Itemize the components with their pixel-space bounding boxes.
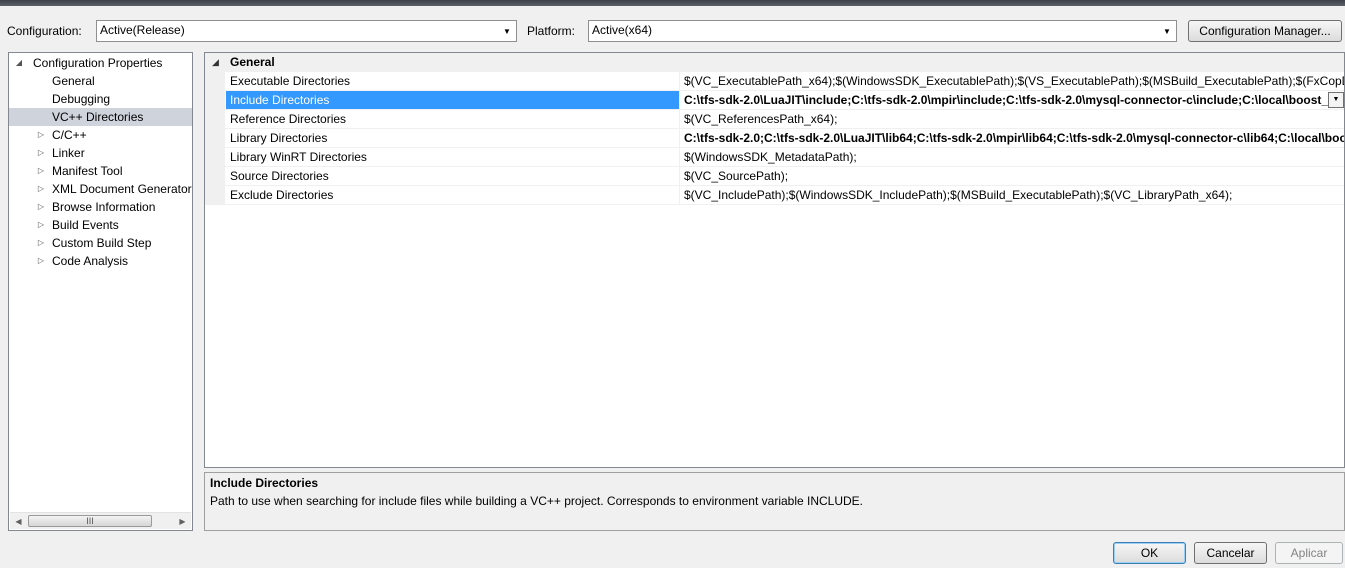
tree-item-label: VC++ Directories xyxy=(52,110,144,124)
property-value[interactable]: $(VC_IncludePath);$(WindowsSDK_IncludePa… xyxy=(681,186,1344,204)
window-top-strip xyxy=(0,0,1345,6)
expand-triangle-icon[interactable]: ▷ xyxy=(36,180,46,198)
row-gutter xyxy=(205,91,225,110)
tree-item-xml-document-generator[interactable]: ▷ XML Document Generator xyxy=(9,180,192,198)
property-value[interactable]: $(VC_ReferencesPath_x64); xyxy=(681,110,1344,128)
tree-item-general[interactable]: General xyxy=(9,72,192,90)
chevron-down-icon: ▼ xyxy=(503,26,511,36)
cancel-button[interactable]: Cancelar xyxy=(1194,542,1267,564)
collapse-triangle-icon[interactable]: ◢ xyxy=(212,53,219,72)
tree-item-custom-build-step[interactable]: ▷ Custom Build Step xyxy=(9,234,192,252)
collapse-triangle-icon[interactable]: ◢ xyxy=(14,54,24,72)
property-row-source-directories[interactable]: Source Directories $(VC_SourcePath); xyxy=(205,167,1344,186)
configuration-label: Configuration: xyxy=(7,24,82,38)
property-name[interactable]: Library Directories xyxy=(226,129,680,147)
tree-item-linker[interactable]: ▷ Linker xyxy=(9,144,192,162)
scroll-left-icon[interactable]: ◀ xyxy=(10,513,27,530)
row-gutter xyxy=(205,186,225,205)
tree-item-label: Custom Build Step xyxy=(52,236,152,250)
property-value[interactable]: $(WindowsSDK_MetadataPath); xyxy=(681,148,1344,166)
property-value[interactable]: $(VC_SourcePath); xyxy=(681,167,1344,185)
property-name[interactable]: Library WinRT Directories xyxy=(226,148,680,166)
configuration-manager-button[interactable]: Configuration Manager... xyxy=(1188,20,1342,42)
tree-item-label: Browse Information xyxy=(52,200,156,214)
horizontal-scrollbar[interactable]: ◀ III ▶ xyxy=(10,512,191,529)
tree-item-label: Manifest Tool xyxy=(52,164,123,178)
chevron-down-icon: ▼ xyxy=(1332,96,1340,103)
property-tree[interactable]: ◢ Configuration Properties General Debuggin… xyxy=(8,52,193,531)
value-dropdown-button[interactable]: ▼ xyxy=(1328,92,1344,108)
tree-item-vc-directories[interactable]: VC++ Directories xyxy=(9,108,192,126)
property-name[interactable]: Executable Directories xyxy=(226,72,680,90)
expand-triangle-icon[interactable]: ▷ xyxy=(36,198,46,216)
scroll-thumb[interactable]: III xyxy=(28,515,152,527)
tree-item-label: C/C++ xyxy=(52,128,87,142)
tree-root-configuration-properties[interactable]: ◢ Configuration Properties xyxy=(9,54,192,72)
tree-item-label: Code Analysis xyxy=(52,254,129,268)
tree-item-label: Debugging xyxy=(52,92,111,106)
property-value[interactable]: $(VC_ExecutablePath_x64);$(WindowsSDK_Ex… xyxy=(681,72,1344,90)
expand-triangle-icon[interactable]: ▷ xyxy=(36,234,46,252)
category-label: General xyxy=(230,55,275,69)
expand-triangle-icon[interactable]: ▷ xyxy=(36,216,46,234)
description-panel: Include Directories Path to use when sea… xyxy=(204,472,1345,531)
property-row-exclude-directories[interactable]: Exclude Directories $(VC_IncludePath);$(W… xyxy=(205,186,1344,205)
tree-root-label: Configuration Properties xyxy=(33,56,163,70)
expand-triangle-icon[interactable]: ▷ xyxy=(36,252,46,270)
row-gutter xyxy=(205,167,225,186)
expand-triangle-icon[interactable]: ▷ xyxy=(36,126,46,144)
category-row-general[interactable]: ◢ General xyxy=(205,53,1344,72)
property-row-executable-directories[interactable]: Executable Directories $(VC_ExecutablePat… xyxy=(205,72,1344,91)
property-row-library-winrt-directories[interactable]: Library WinRT Directories $(WindowsSDK_Me… xyxy=(205,148,1344,167)
property-name[interactable]: Include Directories xyxy=(226,91,680,109)
platform-label: Platform: xyxy=(527,24,576,38)
platform-dropdown[interactable]: Active(x64) ▼ xyxy=(588,20,1177,42)
row-gutter xyxy=(205,148,225,167)
description-title: Include Directories xyxy=(210,476,319,490)
property-name[interactable]: Reference Directories xyxy=(226,110,680,128)
expand-triangle-icon[interactable]: ▷ xyxy=(36,144,46,162)
tree-item-label: Build Events xyxy=(52,218,119,232)
property-row-library-directories[interactable]: Library Directories C:\tfs-sdk-2.0;C:\tfs… xyxy=(205,129,1344,148)
tree-item-label: Linker xyxy=(52,146,85,160)
property-value[interactable]: C:\tfs-sdk-2.0;C:\tfs-sdk-2.0\LuaJIT\lib… xyxy=(681,129,1344,147)
tree-item-code-analysis[interactable]: ▷ Code Analysis xyxy=(9,252,192,270)
row-gutter xyxy=(205,110,225,129)
row-gutter xyxy=(205,72,225,91)
property-row-reference-directories[interactable]: Reference Directories $(VC_ReferencesPath… xyxy=(205,110,1344,129)
platform-value: Active(x64) xyxy=(592,23,653,37)
description-text: Path to use when searching for include f… xyxy=(210,494,864,508)
property-name[interactable]: Source Directories xyxy=(226,167,680,185)
tree-item-debugging[interactable]: Debugging xyxy=(9,90,192,108)
property-name[interactable]: Exclude Directories xyxy=(226,186,680,204)
tree-item-label: XML Document Generator xyxy=(52,182,192,196)
ok-button[interactable]: OK xyxy=(1113,542,1186,564)
tree-item-label: General xyxy=(52,74,95,88)
chevron-down-icon: ▼ xyxy=(1163,26,1171,36)
row-gutter xyxy=(205,129,225,148)
property-value[interactable]: C:\tfs-sdk-2.0\LuaJIT\include;C:\tfs-sdk… xyxy=(681,91,1328,109)
tree-item-c-c[interactable]: ▷ C/C++ xyxy=(9,126,192,144)
configuration-value: Active(Release) xyxy=(100,23,185,37)
scroll-right-icon[interactable]: ▶ xyxy=(174,513,191,530)
property-grid[interactable]: ◢ General Executable Directories $(VC_Exe… xyxy=(204,52,1345,468)
tree-item-manifest-tool[interactable]: ▷ Manifest Tool xyxy=(9,162,192,180)
apply-button[interactable]: Aplicar xyxy=(1275,542,1343,564)
tree-item-build-events[interactable]: ▷ Build Events xyxy=(9,216,192,234)
tree-item-browse-information[interactable]: ▷ Browse Information xyxy=(9,198,192,216)
configuration-dropdown[interactable]: Active(Release) ▼ xyxy=(96,20,517,42)
expand-triangle-icon[interactable]: ▷ xyxy=(36,162,46,180)
property-row-include-directories[interactable]: Include Directories C:\tfs-sdk-2.0\LuaJIT… xyxy=(205,91,1344,110)
